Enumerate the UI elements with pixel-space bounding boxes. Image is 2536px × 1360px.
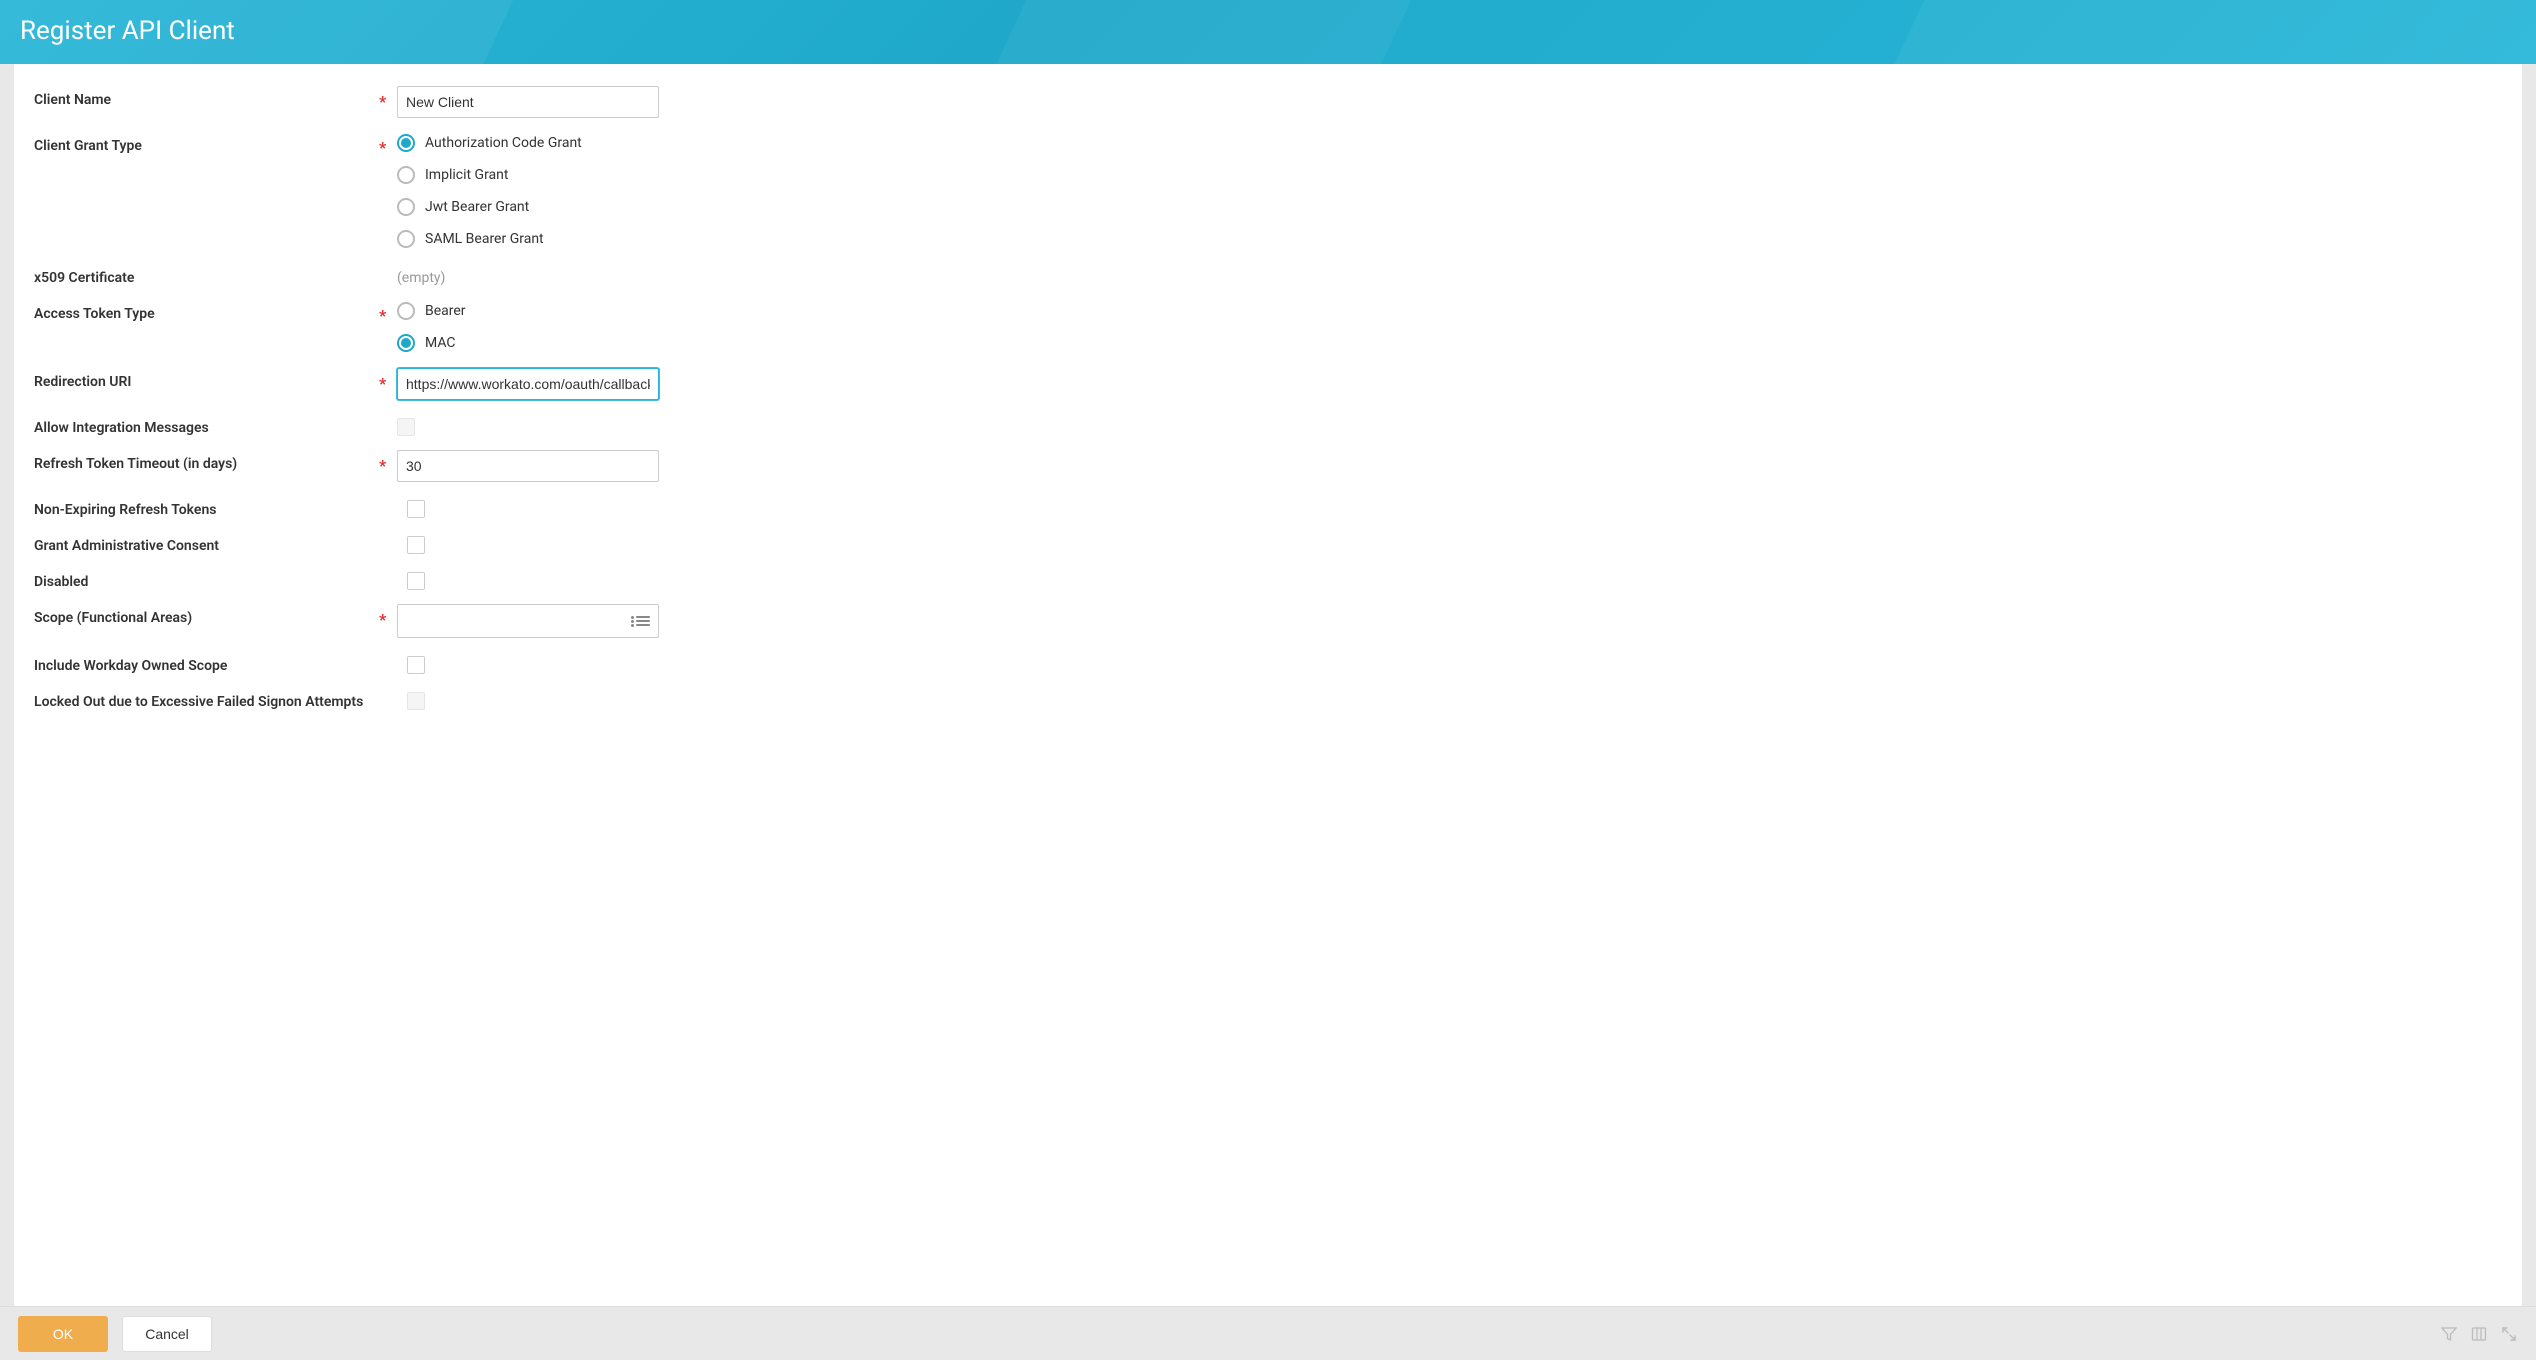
row-allow-integration: Allow Integration Messages — [34, 414, 2502, 436]
required-marker: * — [379, 86, 397, 111]
radio-icon — [397, 166, 415, 184]
required-marker: * — [379, 604, 397, 629]
form-card: Client Name * Client Grant Type * Author… — [14, 64, 2522, 1306]
radio-icon — [397, 134, 415, 152]
row-x509: x509 Certificate (empty) — [34, 264, 2502, 286]
row-non-expiring: Non-Expiring Refresh Tokens — [34, 496, 2502, 518]
page-title: Register API Client — [20, 16, 2516, 46]
refresh-timeout-input[interactable] — [397, 450, 659, 482]
non-expiring-checkbox[interactable] — [407, 500, 425, 518]
locked-out-checkbox[interactable] — [407, 692, 425, 710]
required-marker: * — [379, 368, 397, 393]
radio-saml[interactable]: SAML Bearer Grant — [397, 228, 582, 250]
radio-icon — [397, 334, 415, 352]
radio-auth-code[interactable]: Authorization Code Grant — [397, 132, 582, 154]
admin-consent-checkbox[interactable] — [407, 536, 425, 554]
radio-label: Implicit Grant — [425, 167, 508, 183]
client-name-input[interactable] — [397, 86, 659, 118]
redirection-uri-input[interactable] — [397, 368, 659, 400]
scope-select[interactable] — [397, 604, 659, 638]
radio-icon — [397, 302, 415, 320]
page-header: Register API Client — [0, 0, 2536, 64]
radio-label: Authorization Code Grant — [425, 135, 582, 151]
row-locked-out: Locked Out due to Excessive Failed Signo… — [34, 688, 2502, 710]
label-non-expiring: Non-Expiring Refresh Tokens — [34, 502, 216, 518]
expand-icon[interactable] — [2500, 1325, 2518, 1343]
columns-icon[interactable] — [2470, 1325, 2488, 1343]
row-grant-type: Client Grant Type * Authorization Code G… — [34, 132, 2502, 250]
label-redirection-uri: Redirection URI — [34, 374, 131, 390]
row-client-name: Client Name * — [34, 86, 2502, 118]
required-marker: * — [379, 450, 397, 475]
row-scope: Scope (Functional Areas) * — [34, 604, 2502, 638]
filter-icon[interactable] — [2440, 1325, 2458, 1343]
label-disabled: Disabled — [34, 574, 88, 590]
label-client-name: Client Name — [34, 92, 111, 108]
row-access-token-type: Access Token Type * Bearer MAC — [34, 300, 2502, 354]
label-x509: x509 Certificate — [34, 270, 134, 286]
label-refresh-timeout: Refresh Token Timeout (in days) — [34, 456, 237, 472]
label-grant-type: Client Grant Type — [34, 138, 142, 154]
footer-bar: OK Cancel — [0, 1306, 2536, 1360]
radio-label: Jwt Bearer Grant — [425, 199, 529, 215]
radio-jwt[interactable]: Jwt Bearer Grant — [397, 196, 582, 218]
radio-mac[interactable]: MAC — [397, 332, 466, 354]
allow-integration-checkbox[interactable] — [397, 418, 415, 436]
row-refresh-timeout: Refresh Token Timeout (in days) * — [34, 450, 2502, 482]
radio-implicit[interactable]: Implicit Grant — [397, 164, 582, 186]
label-workday-scope: Include Workday Owned Scope — [34, 658, 227, 674]
label-locked-out: Locked Out due to Excessive Failed Signo… — [34, 694, 363, 710]
label-access-token-type: Access Token Type — [34, 306, 155, 322]
label-allow-integration: Allow Integration Messages — [34, 420, 209, 436]
list-icon — [630, 616, 650, 626]
required-marker: * — [379, 300, 397, 325]
radio-bearer[interactable]: Bearer — [397, 300, 466, 322]
row-admin-consent: Grant Administrative Consent — [34, 532, 2502, 554]
row-redirection-uri: Redirection URI * — [34, 368, 2502, 400]
workday-scope-checkbox[interactable] — [407, 656, 425, 674]
row-disabled: Disabled — [34, 568, 2502, 590]
radio-icon — [397, 198, 415, 216]
required-marker: * — [379, 132, 397, 157]
radio-label: MAC — [425, 335, 456, 351]
disabled-checkbox[interactable] — [407, 572, 425, 590]
label-scope: Scope (Functional Areas) — [34, 610, 192, 626]
radio-label: Bearer — [425, 303, 466, 319]
radio-label: SAML Bearer Grant — [425, 231, 544, 247]
label-admin-consent: Grant Administrative Consent — [34, 538, 219, 554]
radio-icon — [397, 230, 415, 248]
ok-button[interactable]: OK — [18, 1316, 108, 1352]
cancel-button[interactable]: Cancel — [122, 1316, 212, 1352]
x509-value: (empty) — [397, 270, 445, 286]
row-workday-scope: Include Workday Owned Scope — [34, 652, 2502, 674]
